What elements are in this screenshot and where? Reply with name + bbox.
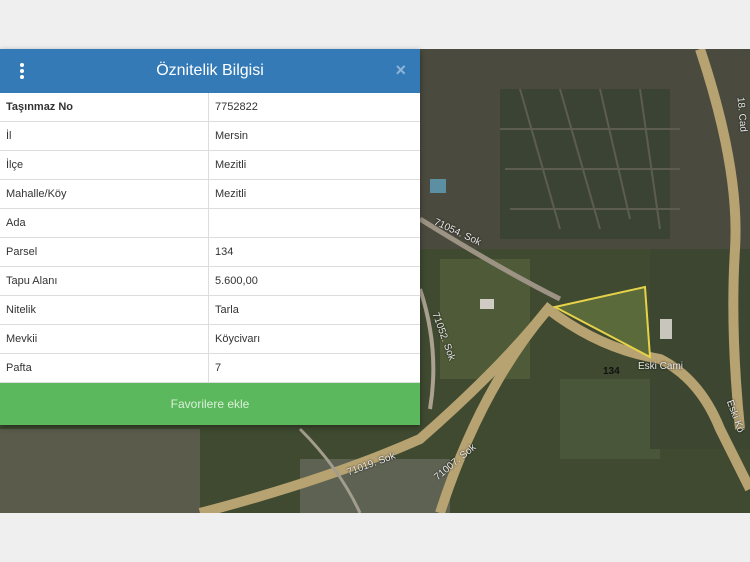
attribute-table: Taşınmaz No 7752822 İl Mersin İlçe Mezitli Mah…	[0, 93, 420, 383]
more-vertical-icon[interactable]	[14, 61, 30, 81]
attribute-key: İl	[0, 121, 209, 151]
panel-header: Öznitelik Bilgisi ×	[0, 49, 420, 93]
attribute-value: 7	[208, 353, 420, 383]
panel-title: Öznitelik Bilgisi	[156, 62, 264, 79]
attribute-value: Mezitli	[208, 179, 420, 209]
table-row: Mahalle/Köy Mezitli	[0, 179, 420, 209]
table-row: İlçe Mezitli	[0, 150, 420, 180]
attribute-key: İlçe	[0, 150, 209, 180]
attribute-value: Mezitli	[208, 150, 420, 180]
attribute-key: Parsel	[0, 237, 209, 267]
attribute-key: Nitelik	[0, 295, 209, 325]
attribute-value: Tarla	[208, 295, 420, 325]
attribute-value: 134	[208, 237, 420, 267]
attribute-info-panel: Öznitelik Bilgisi × Taşınmaz No 7752822 İl…	[0, 49, 420, 425]
table-row: Parsel 134	[0, 237, 420, 267]
attribute-key: Ada	[0, 208, 209, 238]
table-row: Pafta 7	[0, 353, 420, 383]
parcel-label: 134	[603, 366, 620, 377]
attribute-key: Taşınmaz No	[0, 93, 209, 122]
attribute-key: Tapu Alanı	[0, 266, 209, 296]
attribute-key: Mahalle/Köy	[0, 179, 209, 209]
close-icon[interactable]: ×	[395, 60, 406, 80]
table-row: Tapu Alanı 5.600,00	[0, 266, 420, 296]
attribute-key: Pafta	[0, 353, 209, 383]
attribute-value: 5.600,00	[208, 266, 420, 296]
table-row: İl Mersin	[0, 121, 420, 151]
attribute-value: 7752822	[208, 93, 420, 122]
attribute-value	[208, 208, 420, 238]
attribute-value: Mersin	[208, 121, 420, 151]
table-row: Taşınmaz No 7752822	[0, 93, 420, 122]
table-row: Nitelik Tarla	[0, 295, 420, 325]
road-label: Eski Cami	[638, 361, 684, 372]
attribute-value: Köycivarı	[208, 324, 420, 354]
table-row: Mevkii Köycivarı	[0, 324, 420, 354]
attribute-key: Mevkii	[0, 324, 209, 354]
add-to-favorites-button[interactable]: Favorilere ekle	[0, 383, 420, 425]
table-row: Ada	[0, 208, 420, 238]
